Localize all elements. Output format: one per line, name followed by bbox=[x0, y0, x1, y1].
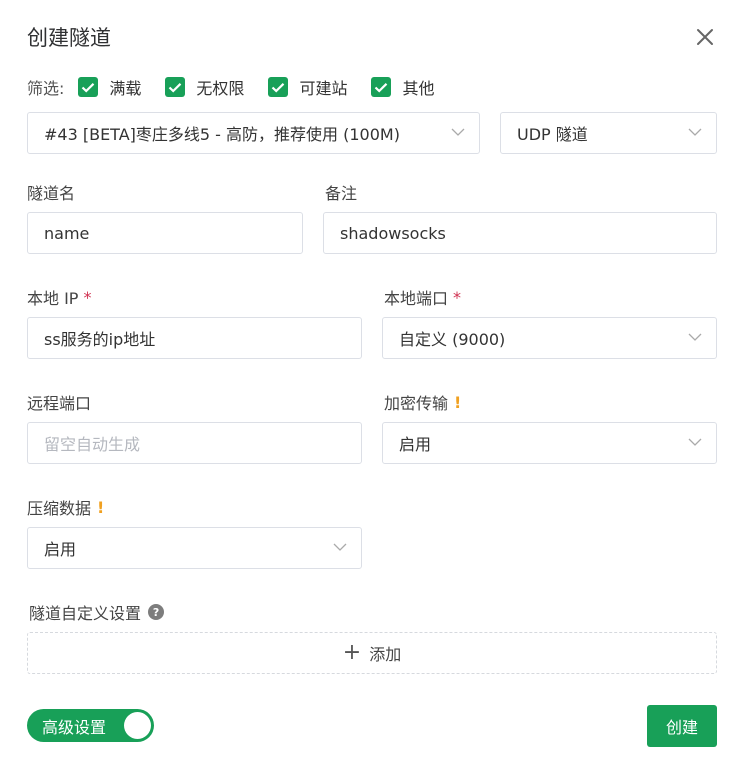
tunnel-name-label: 隧道名 bbox=[27, 180, 75, 204]
local-port-value: 自定义 (9000) bbox=[399, 330, 506, 349]
compression-select[interactable]: 启用 bbox=[27, 527, 362, 569]
local-ip-label: 本地 IP * bbox=[27, 285, 91, 309]
tunnel-name-input[interactable]: name bbox=[27, 212, 303, 254]
dialog-title: 创建隧道 bbox=[27, 26, 111, 50]
remark-label: 备注 bbox=[325, 180, 357, 204]
check-icon bbox=[165, 77, 186, 97]
compression-label: 压缩数据! bbox=[27, 495, 104, 519]
tunnel-name-label-text: 隧道名 bbox=[27, 184, 76, 203]
local-port-select[interactable]: 自定义 (9000) bbox=[382, 317, 717, 359]
filter-checkbox-label: 无权限 bbox=[196, 79, 245, 98]
filter-checkbox-site-capable[interactable]: 可建站 bbox=[268, 75, 347, 99]
encryption-value: 启用 bbox=[399, 435, 432, 454]
help-icon[interactable]: ? bbox=[148, 604, 165, 620]
advanced-settings-label: 高级设置 bbox=[42, 717, 107, 737]
tunnel-name-value: name bbox=[44, 223, 90, 243]
add-button-label: 添加 bbox=[369, 645, 402, 664]
advanced-settings-toggle[interactable]: 高级设置 bbox=[27, 709, 154, 742]
filter-checkbox-full-load[interactable]: 满载 bbox=[78, 75, 141, 99]
encryption-label: 加密传输! bbox=[384, 390, 461, 414]
filter-checkbox-label: 可建站 bbox=[299, 79, 348, 98]
encryption-label-text: 加密传输 bbox=[384, 394, 449, 413]
filter-checkbox-other[interactable]: 其他 bbox=[371, 75, 434, 99]
warning-icon[interactable]: ! bbox=[454, 393, 461, 412]
warning-icon[interactable]: ! bbox=[97, 498, 104, 517]
tunnel-type-value: UDP 隧道 bbox=[517, 125, 588, 144]
local-ip-label-text: 本地 IP bbox=[27, 289, 79, 308]
filter-checkbox-label: 满载 bbox=[109, 79, 142, 98]
local-ip-value: ss服务的ip地址 bbox=[44, 330, 156, 349]
chevron-down-icon bbox=[688, 333, 702, 341]
chevron-down-icon bbox=[451, 128, 465, 136]
remote-port-label: 远程端口 bbox=[27, 390, 91, 414]
compression-label-text: 压缩数据 bbox=[27, 499, 92, 518]
remote-port-label-text: 远程端口 bbox=[27, 394, 92, 413]
node-select[interactable]: #43 [BETA]枣庄多线5 - 高防，推荐使用 (100M) bbox=[27, 112, 480, 154]
local-port-label-text: 本地端口 bbox=[384, 289, 449, 308]
close-icon[interactable] bbox=[694, 26, 716, 48]
local-ip-input[interactable]: ss服务的ip地址 bbox=[27, 317, 362, 359]
encryption-select[interactable]: 启用 bbox=[382, 422, 717, 464]
remark-label-text: 备注 bbox=[325, 184, 358, 203]
filter-checkbox-label: 其他 bbox=[402, 79, 435, 98]
node-select-value: #43 [BETA]枣庄多线5 - 高防，推荐使用 (100M) bbox=[44, 125, 400, 144]
check-icon bbox=[78, 77, 99, 97]
filter-checkbox-no-permission[interactable]: 无权限 bbox=[165, 75, 244, 99]
remark-input[interactable]: shadowsocks bbox=[323, 212, 717, 254]
chevron-down-icon bbox=[688, 128, 702, 136]
custom-settings-label: 隧道自定义设置? bbox=[29, 600, 165, 624]
remark-value: shadowsocks bbox=[340, 223, 446, 243]
required-mark: * bbox=[83, 287, 92, 307]
local-port-label: 本地端口 * bbox=[384, 285, 461, 309]
plus-icon: + bbox=[342, 640, 362, 665]
chevron-down-icon bbox=[688, 438, 702, 446]
tunnel-type-select[interactable]: UDP 隧道 bbox=[500, 112, 717, 154]
filter-label: 筛选: bbox=[27, 79, 65, 98]
add-custom-setting-button[interactable]: + 添加 bbox=[27, 632, 717, 674]
chevron-down-icon bbox=[333, 543, 347, 551]
compression-value: 启用 bbox=[44, 540, 77, 559]
remote-port-input[interactable]: 留空自动生成 bbox=[27, 422, 362, 464]
required-mark: * bbox=[453, 287, 462, 307]
filter-row: 筛选: 满载 无权限 可建站 其他 bbox=[27, 75, 458, 99]
toggle-knob bbox=[124, 712, 151, 739]
custom-settings-label-text: 隧道自定义设置 bbox=[29, 604, 142, 623]
check-icon bbox=[371, 77, 392, 97]
check-icon bbox=[268, 77, 289, 97]
remote-port-placeholder: 留空自动生成 bbox=[44, 435, 141, 454]
create-button[interactable]: 创建 bbox=[647, 705, 717, 747]
